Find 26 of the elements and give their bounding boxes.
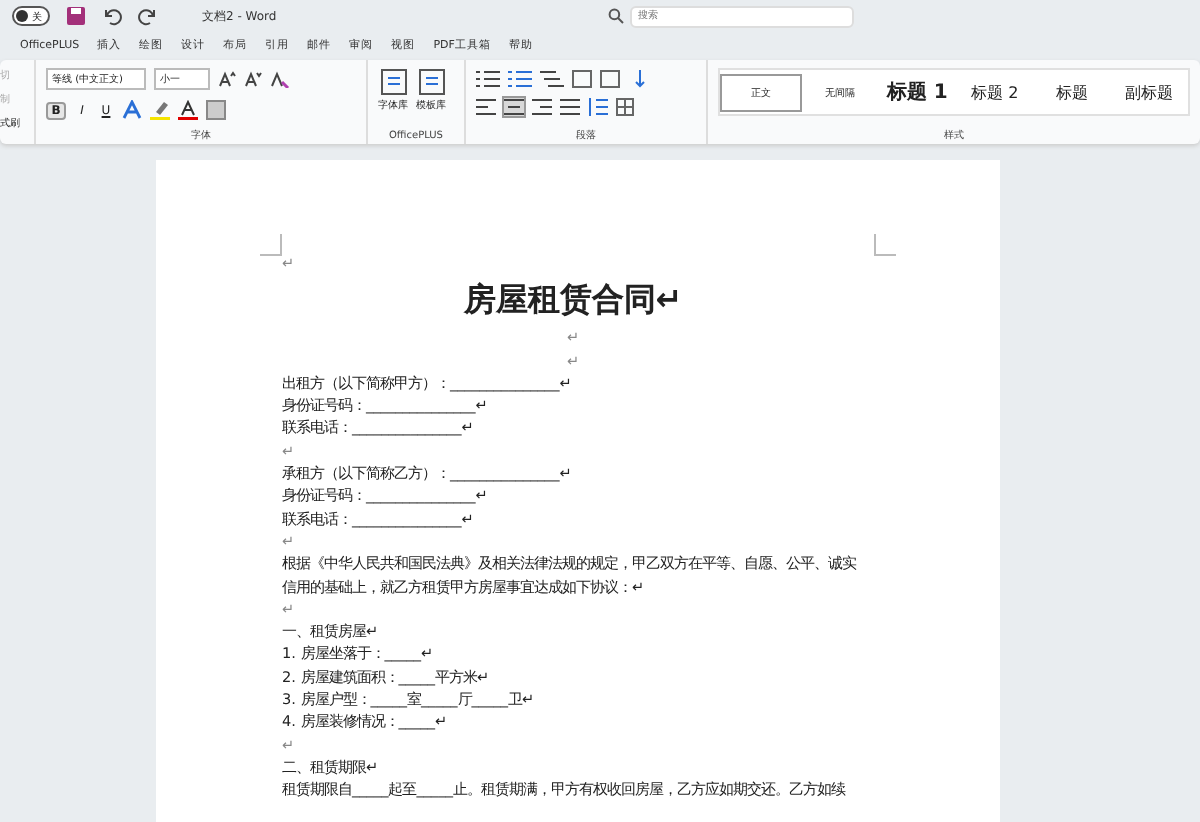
- align-left-icon[interactable]: [476, 98, 496, 116]
- crop-mark: [874, 234, 896, 256]
- clear-format-icon[interactable]: [270, 70, 290, 88]
- align-right-icon[interactable]: [532, 98, 552, 116]
- font-color-icon[interactable]: [178, 100, 198, 120]
- text-effect-icon[interactable]: [122, 100, 142, 120]
- style-item[interactable]: 副标题: [1110, 71, 1189, 113]
- style-item[interactable]: 标题 2: [956, 71, 1034, 113]
- save-icon[interactable]: [66, 6, 86, 26]
- style-item[interactable]: 标题: [1033, 71, 1111, 113]
- multilevel-list-icon[interactable]: [540, 69, 564, 87]
- shrink-font-icon[interactable]: [244, 70, 262, 88]
- highlighter-icon[interactable]: [150, 100, 170, 120]
- document-paragraph: 房屋租赁合同↵: [461, 278, 685, 323]
- numbered-list-icon[interactable]: [508, 69, 532, 87]
- redo-icon[interactable]: [138, 6, 158, 26]
- crop-mark: [260, 234, 282, 256]
- justify-icon[interactable]: [560, 98, 580, 116]
- borders-icon[interactable]: [616, 98, 634, 116]
- undo-icon[interactable]: [102, 6, 122, 26]
- align-center-icon[interactable]: [504, 98, 524, 116]
- bullet-list-icon[interactable]: [476, 69, 500, 87]
- search-icon: [608, 8, 625, 24]
- line-spacing-icon[interactable]: [588, 98, 608, 116]
- style-item[interactable]: 标题 1: [878, 68, 957, 116]
- grow-font-icon[interactable]: [218, 70, 236, 88]
